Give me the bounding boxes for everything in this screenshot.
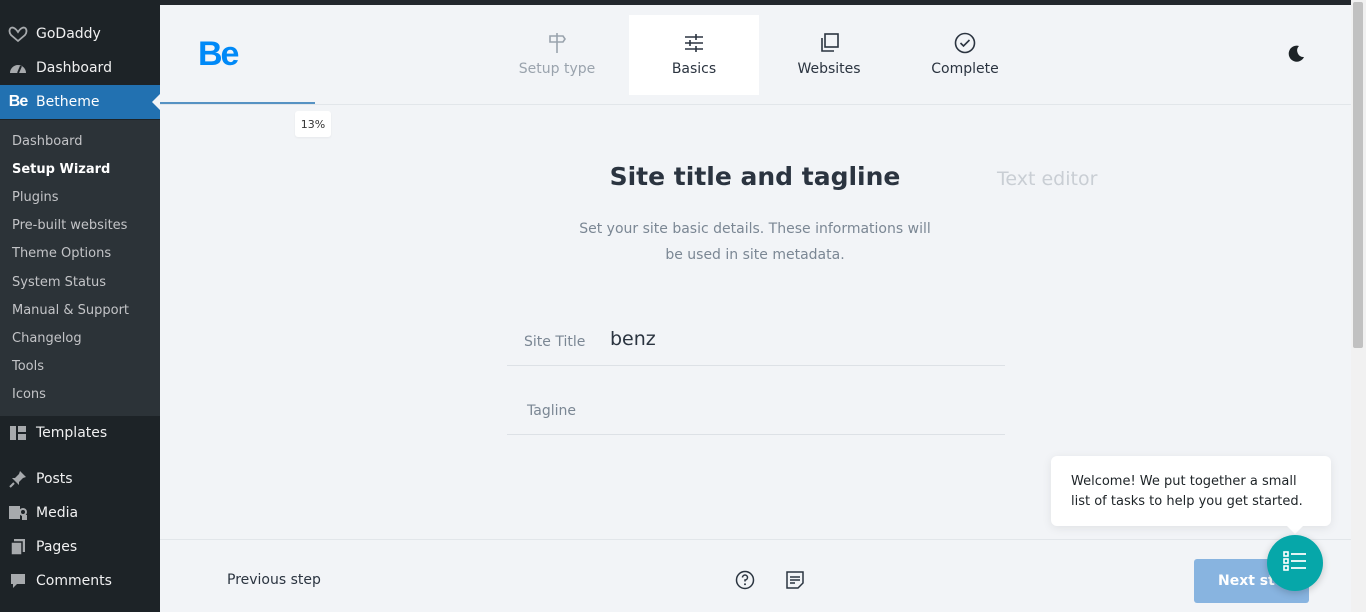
sidebar-item-label: Pages xyxy=(36,539,78,555)
sidebar-item-betheme[interactable]: Be Betheme xyxy=(0,85,160,119)
submenu-tools[interactable]: Tools xyxy=(12,359,44,374)
step-label: Complete xyxy=(931,61,999,77)
welcome-tooltip: Welcome! We put together a small list of… xyxy=(1051,456,1331,534)
site-title-field[interactable]: Site Title benz xyxy=(507,312,1005,366)
step-complete[interactable]: Complete xyxy=(900,15,1030,95)
tagline-label: Tagline xyxy=(527,403,576,419)
sidebar-item-dashboard[interactable]: Dashboard xyxy=(0,51,160,85)
check-circle-icon xyxy=(954,31,976,55)
text-editor-link[interactable]: Text editor xyxy=(997,168,1097,190)
templates-icon xyxy=(0,425,36,441)
step-basics[interactable]: Basics xyxy=(629,15,759,95)
signpost-icon xyxy=(547,31,567,55)
site-title-label: Site Title xyxy=(524,334,586,350)
submenu-changelog[interactable]: Changelog xyxy=(12,331,82,346)
wizard-header: Be Setup type Basics Websites Complete xyxy=(160,5,1351,105)
help-icon[interactable] xyxy=(735,570,755,595)
pin-icon xyxy=(0,470,36,488)
sidebar-item-label: Templates xyxy=(36,425,108,441)
submenu-dashboard[interactable]: Dashboard xyxy=(12,134,83,149)
site-title-input[interactable]: benz xyxy=(610,328,656,350)
submenu-setup-wizard[interactable]: Setup Wizard xyxy=(12,162,110,177)
sliders-icon xyxy=(684,31,704,55)
step-websites[interactable]: Websites xyxy=(764,15,894,95)
sidebar-item-label: Dashboard xyxy=(36,60,112,76)
page-title: Site title and tagline xyxy=(609,162,901,191)
dashboard-icon xyxy=(0,59,36,77)
sidebar-item-pages[interactable]: Pages xyxy=(0,530,160,564)
media-icon xyxy=(0,504,36,522)
comments-icon xyxy=(0,572,36,590)
sidebar-item-comments[interactable]: Comments xyxy=(0,564,160,598)
step-label: Setup type xyxy=(518,61,596,77)
description-line: be used in site metadata. xyxy=(665,247,845,263)
list-icon xyxy=(1283,550,1307,577)
sidebar-item-godaddy[interactable]: GoDaddy xyxy=(0,17,160,51)
sidebar-item-templates[interactable]: Templates xyxy=(0,416,160,450)
submenu-theme-options[interactable]: Theme Options xyxy=(12,246,111,261)
tasks-list-button[interactable] xyxy=(1267,535,1323,591)
progress-bar xyxy=(160,102,315,104)
pages-icon xyxy=(0,538,36,556)
wizard-footer: Previous step Next step xyxy=(160,539,1351,612)
sidebar-item-label: Media xyxy=(36,505,79,521)
sidebar-item-media[interactable]: Media xyxy=(0,496,160,530)
dark-mode-toggle-icon[interactable] xyxy=(1287,45,1305,68)
tagline-field[interactable]: Tagline xyxy=(507,381,1005,435)
previous-step-button[interactable]: Previous step xyxy=(227,572,321,588)
sidebar-item-label: Comments xyxy=(36,573,112,589)
godaddy-icon xyxy=(0,25,36,43)
step-label: Basics xyxy=(671,61,717,77)
submenu-pre-built-websites[interactable]: Pre-built websites xyxy=(12,218,127,233)
notes-icon[interactable] xyxy=(785,570,805,595)
submenu-icons[interactable]: Icons xyxy=(12,387,46,402)
sidebar-item-posts[interactable]: Posts xyxy=(0,462,160,496)
submenu-plugins[interactable]: Plugins xyxy=(12,190,59,205)
page-description: Set your site basic details. These infor… xyxy=(575,216,935,268)
betheme-submenu: Dashboard Setup Wizard Plugins Pre-built… xyxy=(0,120,160,416)
sidebar-item-label: Posts xyxy=(36,471,73,487)
step-setup-type[interactable]: Setup type xyxy=(492,15,622,95)
step-label: Websites xyxy=(797,61,861,77)
sidebar-item-label: Betheme xyxy=(36,94,100,110)
submenu-system-status[interactable]: System Status xyxy=(12,275,106,290)
progress-badge: 13% xyxy=(295,111,331,137)
scrollbar-thumb[interactable] xyxy=(1353,2,1363,348)
submenu-manual-support[interactable]: Manual & Support xyxy=(12,303,129,318)
description-line: Set your site basic details. These infor… xyxy=(579,221,931,237)
betheme-logo: Be xyxy=(198,35,239,73)
copy-icon xyxy=(819,31,839,55)
admin-sidebar: GoDaddy Dashboard Be Betheme Dashboard S… xyxy=(0,0,160,612)
sidebar-item-label: GoDaddy xyxy=(36,26,101,42)
betheme-icon: Be xyxy=(8,93,28,110)
